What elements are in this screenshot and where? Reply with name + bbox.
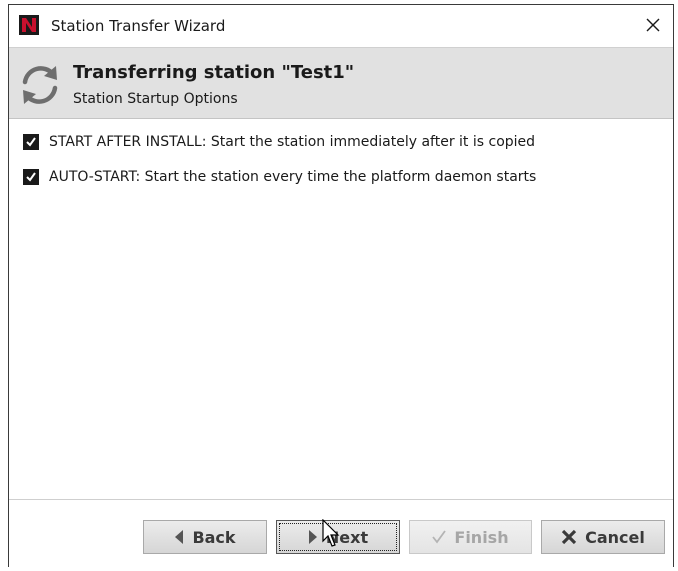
wizard-step-subtitle: Station Startup Options (73, 91, 238, 107)
checkmark-icon (432, 530, 447, 544)
checkmark-icon (26, 137, 36, 147)
close-button[interactable] (639, 11, 667, 39)
wizard-title: Transferring station "Test1" (73, 62, 355, 83)
back-button[interactable]: Back (143, 520, 267, 554)
finish-button-label: Finish (454, 527, 509, 547)
back-button-label: Back (192, 527, 236, 547)
next-arrow-icon (308, 530, 318, 544)
back-arrow-icon (174, 530, 184, 544)
startup-options-list: START AFTER INSTALL: Start the station i… (23, 129, 663, 199)
next-button[interactable]: Next (276, 520, 400, 554)
auto-start-label: AUTO-START: Start the station every time… (49, 169, 537, 185)
refresh-cycle-icon (22, 66, 58, 104)
start-after-install-label: START AFTER INSTALL: Start the station i… (49, 134, 536, 150)
niagara-logo-icon (19, 15, 39, 35)
cancel-x-icon (561, 529, 577, 545)
cancel-button-label: Cancel (585, 527, 645, 547)
start-after-install-option[interactable]: START AFTER INSTALL: Start the station i… (23, 129, 663, 155)
station-transfer-wizard-dialog: Station Transfer Wizard Transferring sta… (8, 4, 674, 568)
button-bar: Back Next Finish Cancel (9, 499, 673, 568)
auto-start-option[interactable]: AUTO-START: Start the station every time… (23, 164, 663, 190)
wizard-header: Transferring station "Test1" Station Sta… (9, 47, 673, 119)
window-title: Station Transfer Wizard (51, 17, 226, 35)
next-button-label: Next (325, 527, 369, 547)
cancel-button[interactable]: Cancel (541, 520, 665, 554)
start-after-install-checkbox[interactable] (23, 134, 39, 150)
finish-button[interactable]: Finish (409, 520, 532, 554)
checkmark-icon (26, 172, 36, 182)
auto-start-checkbox[interactable] (23, 169, 39, 185)
title-bar[interactable]: Station Transfer Wizard (9, 5, 673, 47)
close-icon (646, 18, 660, 32)
